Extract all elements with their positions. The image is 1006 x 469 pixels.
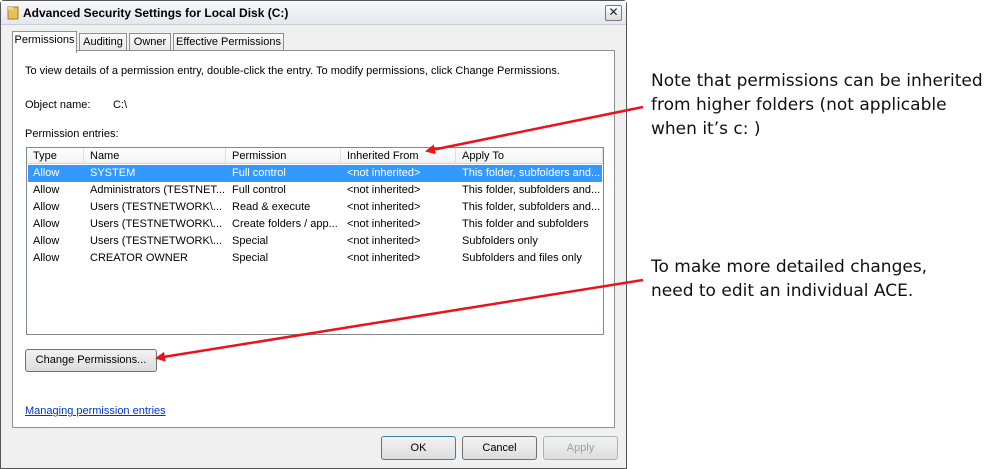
table-row[interactable]: Allow SYSTEM Full control <not inherited…	[28, 165, 602, 182]
cell-type: Allow	[33, 235, 60, 247]
cell-apply-to: Subfolders and files only	[462, 252, 582, 264]
cell-inherited-from: <not inherited>	[347, 252, 421, 264]
tab-effective-permissions[interactable]: Effective Permissions	[173, 33, 284, 51]
ok-button[interactable]: OK	[381, 436, 456, 460]
permissions-panel: To view details of a permission entry, d…	[12, 50, 615, 428]
managing-permission-entries-link[interactable]: Managing permission entries	[25, 405, 166, 417]
cell-permission: Full control	[232, 167, 286, 179]
cell-inherited-from: <not inherited>	[347, 235, 421, 247]
annotation-line: need to edit an individual ACE.	[651, 281, 914, 301]
cell-name: CREATOR OWNER	[90, 252, 188, 264]
security-dialog: Advanced Security Settings for Local Dis…	[0, 0, 627, 469]
change-permissions-button[interactable]: Change Permissions...	[25, 349, 157, 372]
cell-permission: Special	[232, 235, 269, 247]
annotation-inheritance: Note that permissions can be inherited f…	[651, 69, 983, 141]
cell-permission: Read & execute	[232, 201, 311, 213]
cell-inherited-from: <not inherited>	[347, 218, 421, 230]
cell-inherited-from: <not inherited>	[347, 201, 421, 213]
cell-inherited-from: <not inherited>	[347, 184, 421, 196]
apply-button[interactable]: Apply	[543, 436, 618, 460]
table-row[interactable]: Allow Administrators (TESTNET... Full co…	[28, 182, 602, 199]
cell-name: Administrators (TESTNET...	[90, 184, 225, 196]
cell-type: Allow	[33, 167, 60, 179]
tab-label: Effective Permissions	[176, 36, 281, 48]
table-row[interactable]: Allow Users (TESTNETWORK\... Special <no…	[28, 233, 602, 250]
cell-type: Allow	[33, 201, 60, 213]
tab-auditing[interactable]: Auditing	[79, 33, 127, 51]
title-bar[interactable]: Advanced Security Settings for Local Dis…	[1, 1, 626, 25]
cell-name: Users (TESTNETWORK\...	[90, 218, 222, 230]
cell-permission: Create folders / app...	[232, 218, 338, 230]
annotation-line: from higher folders (not applicable	[651, 95, 947, 115]
table-row[interactable]: Allow CREATOR OWNER Special <not inherit…	[28, 250, 602, 267]
cell-name: Users (TESTNETWORK\...	[90, 201, 222, 213]
list-header: Type Name Permission Inherited From Appl…	[27, 148, 603, 164]
window-title: Advanced Security Settings for Local Dis…	[23, 6, 289, 20]
column-header-inherited-from[interactable]: Inherited From	[341, 148, 456, 164]
close-button[interactable]: ✕	[605, 5, 622, 21]
cell-type: Allow	[33, 184, 60, 196]
table-row[interactable]: Allow Users (TESTNETWORK\... Create fold…	[28, 216, 602, 233]
column-header-type[interactable]: Type	[27, 148, 84, 164]
cell-name: SYSTEM	[90, 167, 136, 179]
column-header-apply-to[interactable]: Apply To	[456, 148, 603, 164]
cell-type: Allow	[33, 252, 60, 264]
permission-entries-label: Permission entries:	[25, 128, 119, 140]
tab-label: Permissions	[14, 34, 75, 46]
column-header-permission[interactable]: Permission	[226, 148, 341, 164]
cell-apply-to: This folder, subfolders and...	[462, 184, 601, 196]
tab-label: Auditing	[83, 36, 123, 48]
annotation-ace: To make more detailed changes, need to e…	[651, 255, 927, 303]
cell-name: Users (TESTNETWORK\...	[90, 235, 222, 247]
instructions-text: To view details of a permission entry, d…	[25, 65, 560, 77]
cell-apply-to: This folder, subfolders and...	[462, 167, 601, 179]
cell-apply-to: This folder and subfolders	[462, 218, 589, 230]
close-icon: ✕	[608, 5, 619, 19]
cell-permission: Full control	[232, 184, 286, 196]
cancel-button[interactable]: Cancel	[462, 436, 537, 460]
permission-entries-list[interactable]: Type Name Permission Inherited From Appl…	[26, 147, 604, 335]
column-header-name[interactable]: Name	[84, 148, 226, 164]
annotation-line: To make more detailed changes,	[651, 257, 928, 277]
table-row[interactable]: Allow Users (TESTNETWORK\... Read & exec…	[28, 199, 602, 216]
object-name-value: C:\	[113, 99, 128, 111]
tab-owner[interactable]: Owner	[129, 33, 171, 51]
cell-inherited-from: <not inherited>	[347, 167, 421, 179]
annotation-line: Note that permissions can be inherited	[651, 71, 983, 91]
cell-type: Allow	[33, 218, 60, 230]
tab-permissions[interactable]: Permissions	[12, 31, 77, 53]
cell-apply-to: Subfolders only	[462, 235, 538, 247]
cell-permission: Special	[232, 252, 269, 264]
object-name-label: Object name:	[25, 99, 91, 111]
tab-label: Owner	[133, 36, 167, 48]
folder-icon	[7, 6, 19, 20]
annotation-line: when it’s c: )	[651, 119, 761, 139]
cell-apply-to: This folder, subfolders and...	[462, 201, 601, 213]
